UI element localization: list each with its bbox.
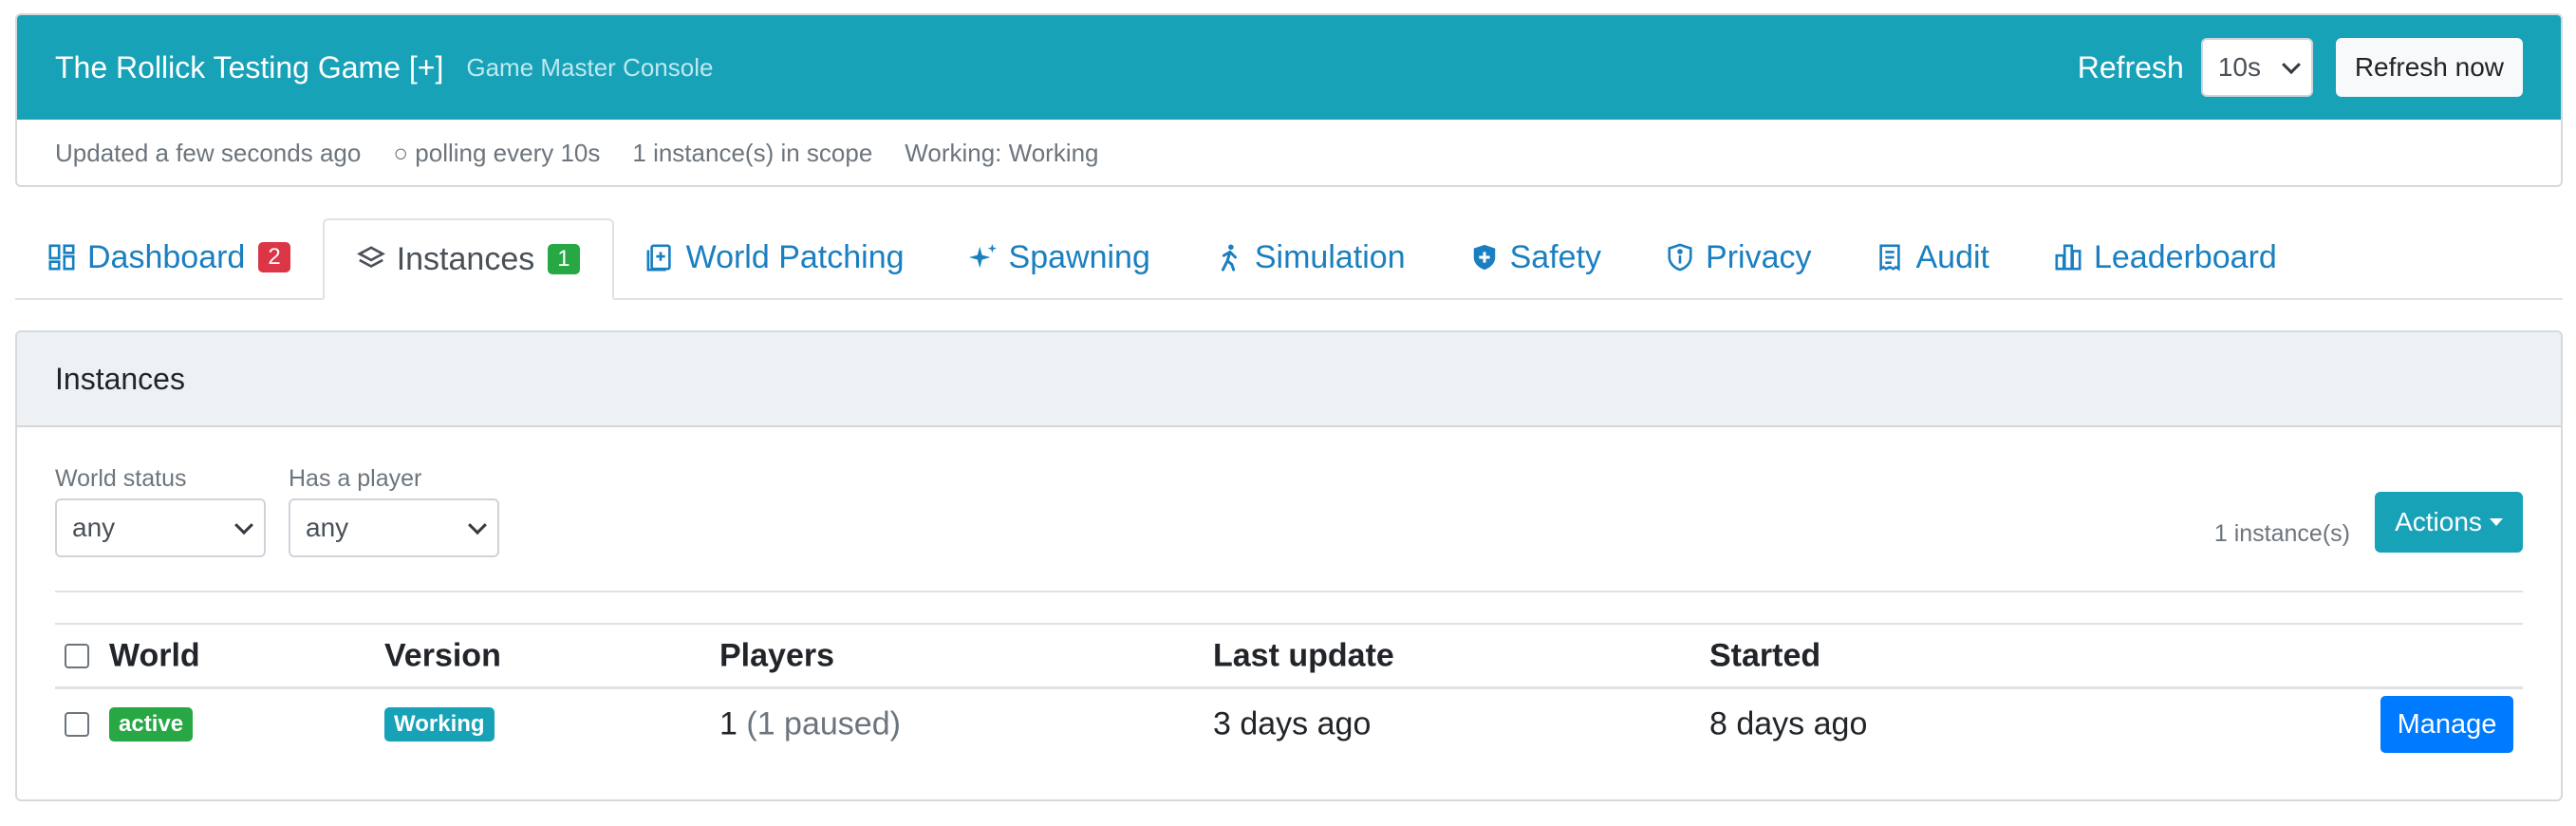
caret-down-icon (2489, 518, 2503, 526)
world-status-value: any (72, 513, 116, 542)
filters: World status any Has a player any (55, 465, 522, 557)
column-header-version[interactable]: Version (384, 637, 501, 674)
tab-label: Spawning (1008, 238, 1150, 275)
column-header-world[interactable]: World (109, 637, 200, 674)
players-cell: 1 (1 paused) (719, 706, 901, 743)
instances-table: World Version Players Last update Starte… (55, 623, 2523, 760)
tab-label: Dashboard (87, 238, 246, 275)
column-header-started[interactable]: Started (1709, 637, 1820, 674)
has-player-select[interactable]: any (289, 498, 499, 557)
nav-tabs: Dashboard 2 Instances 1 World Patching S… (15, 218, 2563, 300)
chevron-down-icon (468, 516, 487, 535)
bar-chart-icon (2055, 244, 2081, 271)
tab-label: Safety (1509, 238, 1602, 275)
chevron-down-icon (234, 516, 253, 535)
version-badge: Working (384, 707, 495, 742)
refresh-interval-select[interactable]: 10s (2200, 38, 2313, 97)
tab-label: Instances (396, 240, 535, 277)
world-status-label: World status (55, 465, 187, 492)
tab-label: Privacy (1706, 238, 1812, 275)
tab-leaderboard[interactable]: Leaderboard (2022, 216, 2309, 298)
tab-world-patching[interactable]: World Patching (614, 216, 937, 298)
instances-count-badge: 1 (548, 244, 580, 274)
world-status-filter: World status any (55, 465, 266, 557)
working-text: Working: Working (905, 139, 1099, 167)
tab-audit[interactable]: Audit (1843, 216, 2022, 298)
tab-label: Leaderboard (2093, 238, 2277, 275)
tab-safety[interactable]: Safety (1438, 216, 1633, 298)
refresh-now-button[interactable]: Refresh now (2335, 38, 2523, 97)
tab-simulation[interactable]: Simulation (1183, 216, 1438, 298)
receipt-icon (1879, 244, 1901, 272)
header-bar: The Rollick Testing Game [+] Game Master… (17, 15, 2561, 120)
sparkles-icon (968, 243, 997, 269)
refresh-label: Refresh (2077, 49, 2184, 84)
players-paused: (1 paused) (746, 705, 901, 742)
tab-label: Audit (1915, 238, 1989, 275)
updated-text: Updated a few seconds ago (55, 139, 362, 167)
refresh-interval-value: 10s (2217, 52, 2261, 82)
actions-label: Actions (2395, 507, 2482, 536)
instance-count: 1 instance(s) (2213, 520, 2350, 547)
world-status-select[interactable]: any (55, 498, 266, 557)
tab-spawning[interactable]: Spawning (937, 216, 1183, 298)
page-subtitle: Game Master Console (466, 52, 714, 82)
layers-icon (356, 246, 385, 268)
has-player-filter: Has a player any (289, 465, 499, 557)
shield-info-icon (1668, 243, 1692, 272)
instances-card: Instances World status any Has a player … (15, 330, 2563, 801)
started-cell: 8 days ago (1709, 705, 1868, 742)
column-header-players[interactable]: Players (719, 637, 834, 674)
page-title: The Rollick Testing Game [+] (55, 49, 444, 84)
manage-button[interactable]: Manage (2380, 696, 2513, 753)
polling-text: ○ polling every 10s (393, 139, 601, 167)
shield-plus-icon (1473, 244, 1495, 271)
patch-document-icon (646, 244, 671, 272)
tab-privacy[interactable]: Privacy (1633, 216, 1843, 298)
person-walking-icon (1221, 244, 1237, 272)
tab-dashboard[interactable]: Dashboard 2 (15, 216, 323, 298)
table-row[interactable]: active Working 1 (1 paused) 3 days ago 8… (55, 689, 2523, 760)
row-checkbox[interactable] (65, 712, 89, 737)
world-status-badge: active (109, 707, 194, 742)
divider (55, 591, 2523, 592)
tab-instances[interactable]: Instances 1 (322, 218, 614, 300)
select-all-checkbox[interactable] (65, 643, 89, 668)
has-player-label: Has a player (289, 465, 422, 492)
chevron-down-icon (2281, 55, 2301, 75)
last-update-cell: 3 days ago (1213, 705, 1372, 742)
has-player-value: any (306, 513, 349, 542)
card-header: Instances (17, 332, 2561, 427)
scope-text: 1 instance(s) in scope (632, 139, 873, 167)
actions-dropdown-button[interactable]: Actions (2375, 492, 2523, 553)
tab-label: Simulation (1254, 238, 1406, 275)
dashboard-icon (48, 244, 75, 271)
refresh-controls: Refresh 10s Refresh now (2078, 38, 2523, 97)
header-card: The Rollick Testing Game [+] Game Master… (15, 13, 2563, 187)
dashboard-count-badge: 2 (258, 242, 290, 272)
status-row: Updated a few seconds ago ○ polling ever… (17, 120, 2561, 185)
column-header-last-update[interactable]: Last update (1213, 637, 1394, 674)
players-count: 1 (719, 705, 737, 742)
tab-label: World Patching (685, 238, 905, 275)
table-header: World Version Players Last update Starte… (55, 623, 2523, 689)
